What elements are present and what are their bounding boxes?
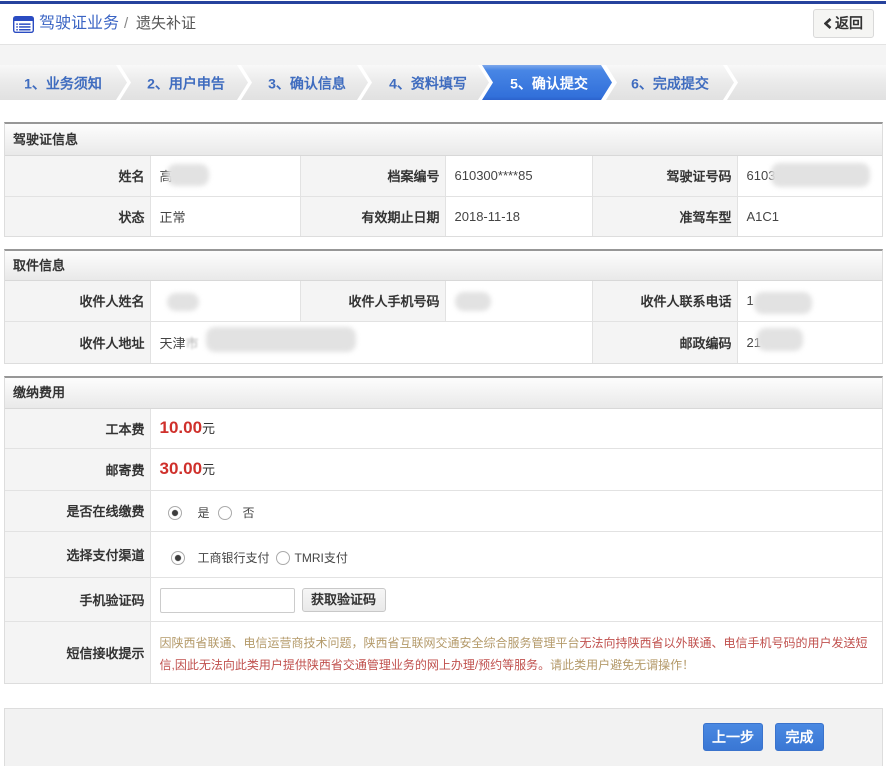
svg-text:4、资料填写: 4、资料填写	[389, 76, 467, 92]
svg-text:2、用户申告: 2、用户申告	[147, 76, 225, 92]
svg-text:3、确认信息: 3、确认信息	[268, 76, 346, 92]
svg-text:6、完成提交: 6、完成提交	[631, 76, 709, 92]
svg-text:5、确认提交: 5、确认提交	[510, 76, 588, 92]
svg-text:1、业务须知: 1、业务须知	[24, 76, 102, 92]
